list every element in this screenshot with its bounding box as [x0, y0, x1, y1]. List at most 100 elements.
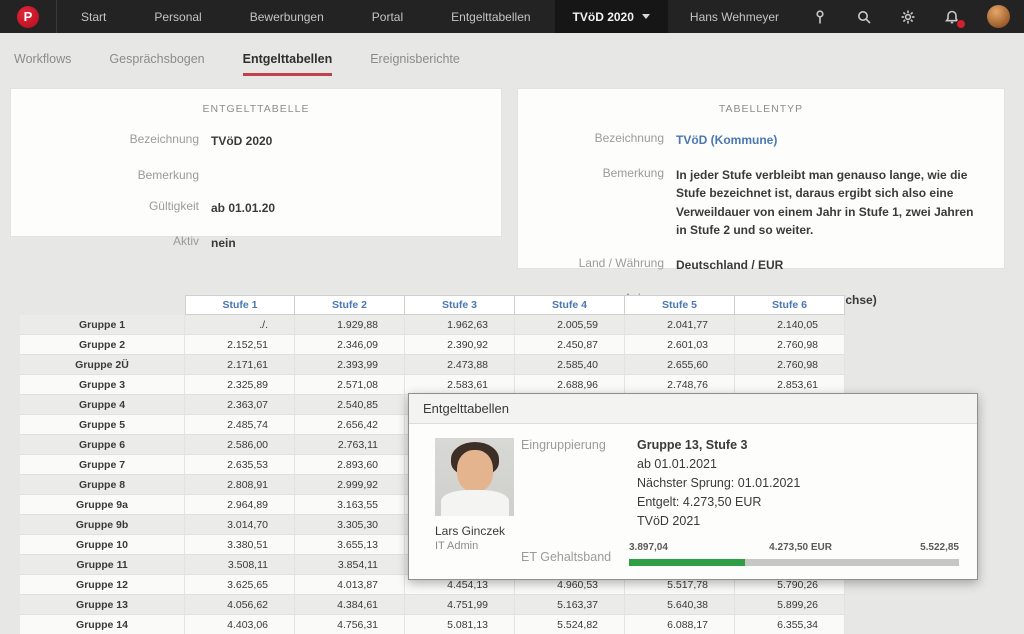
- table-cell[interactable]: 6.355,34: [735, 615, 845, 634]
- field-label-bezeichnung: Bezeichnung: [518, 131, 676, 150]
- nav-item-personal[interactable]: Personal: [130, 0, 225, 33]
- column-header-stufe-4[interactable]: Stufe 4: [515, 295, 625, 315]
- column-header-stufe-1[interactable]: Stufe 1: [185, 295, 295, 315]
- table-cell[interactable]: 2.635,53: [185, 455, 295, 475]
- table-row: Gruppe 2 2.152,51 2.346,09 2.390,92 2.45…: [20, 335, 845, 355]
- band-track: [629, 559, 959, 566]
- table-cell[interactable]: 2.152,51: [185, 335, 295, 355]
- nav-item-portal[interactable]: Portal: [348, 0, 427, 33]
- table-cell[interactable]: 2.473,88: [405, 355, 515, 375]
- context-dropdown[interactable]: TVöD 2020: [555, 0, 668, 33]
- nav-item-bewerbungen[interactable]: Bewerbungen: [226, 0, 348, 33]
- table-cell[interactable]: 2.390,92: [405, 335, 515, 355]
- table-cell[interactable]: 4.013,87: [295, 575, 405, 595]
- table-cell[interactable]: 3.854,11: [295, 555, 405, 575]
- table-cell[interactable]: 2.450,87: [515, 335, 625, 355]
- avatar[interactable]: [987, 5, 1010, 28]
- bell-icon[interactable]: [943, 8, 961, 26]
- table-cell[interactable]: 2.140,05: [735, 315, 845, 335]
- table-cell[interactable]: 5.899,26: [735, 595, 845, 615]
- table-cell[interactable]: 3.305,30: [295, 515, 405, 535]
- table-cell[interactable]: 3.655,13: [295, 535, 405, 555]
- notification-badge: [956, 19, 966, 29]
- nav-item-start[interactable]: Start: [57, 0, 130, 33]
- table-cell[interactable]: 4.384,61: [295, 595, 405, 615]
- table-cell[interactable]: 2.748,76: [625, 375, 735, 395]
- row-label: Gruppe 9b: [20, 515, 185, 535]
- table-cell[interactable]: 2.586,00: [185, 435, 295, 455]
- table-cell[interactable]: 5.524,82: [515, 615, 625, 634]
- table-cell[interactable]: 2.585,40: [515, 355, 625, 375]
- table-corner-cell: [20, 295, 185, 315]
- table-cell[interactable]: 2.964,89: [185, 495, 295, 515]
- table-cell[interactable]: 2.346,09: [295, 335, 405, 355]
- eingruppierung-since: ab 01.01.2021: [637, 455, 800, 474]
- tab-ereignisberichte[interactable]: Ereignisberichte: [370, 52, 460, 76]
- table-cell[interactable]: 5.640,38: [625, 595, 735, 615]
- table-cell[interactable]: 2.540,85: [295, 395, 405, 415]
- tab-workflows[interactable]: Workflows: [14, 52, 71, 76]
- table-cell[interactable]: 2.655,60: [625, 355, 735, 375]
- table-cell[interactable]: 3.380,51: [185, 535, 295, 555]
- field-label-gueltigkeit: Gültigkeit: [11, 199, 211, 218]
- column-header-stufe-2[interactable]: Stufe 2: [295, 295, 405, 315]
- column-header-stufe-5[interactable]: Stufe 5: [625, 295, 735, 315]
- table-cell[interactable]: 2.005,59: [515, 315, 625, 335]
- table-cell[interactable]: 2.601,03: [625, 335, 735, 355]
- table-cell[interactable]: 6.088,17: [625, 615, 735, 634]
- table-cell[interactable]: 2.999,92: [295, 475, 405, 495]
- employee-photo: [435, 438, 514, 516]
- brand-logo-icon: P: [17, 6, 39, 28]
- entgelttabelle-card: ENTGELTTABELLE Bezeichnung TVöD 2020 Bem…: [10, 88, 502, 237]
- search-icon[interactable]: [855, 8, 873, 26]
- table-cell[interactable]: 2.041,77: [625, 315, 735, 335]
- table-cell[interactable]: 2.325,89: [185, 375, 295, 395]
- table-cell[interactable]: 3.014,70: [185, 515, 295, 535]
- table-cell[interactable]: 2.583,61: [405, 375, 515, 395]
- table-cell[interactable]: 2.688,96: [515, 375, 625, 395]
- table-cell[interactable]: ./.: [185, 315, 295, 335]
- brand-logo[interactable]: P: [0, 0, 57, 33]
- table-cell[interactable]: 2.808,91: [185, 475, 295, 495]
- table-cell[interactable]: 5.163,37: [515, 595, 625, 615]
- field-value-bezeichnung: TVöD 2020: [211, 132, 296, 151]
- table-cell[interactable]: 2.571,08: [295, 375, 405, 395]
- table-cell[interactable]: 3.163,55: [295, 495, 405, 515]
- table-cell[interactable]: 4.056,62: [185, 595, 295, 615]
- popup-body: Lars Ginczek IT Admin Eingruppierung Gru…: [409, 424, 977, 580]
- table-cell[interactable]: 2.656,42: [295, 415, 405, 435]
- table-cell[interactable]: 2.853,61: [735, 375, 845, 395]
- table-cell[interactable]: 2.171,61: [185, 355, 295, 375]
- field-label-aktiv: Aktiv: [11, 234, 211, 253]
- table-cell[interactable]: 2.893,60: [295, 455, 405, 475]
- table-cell[interactable]: 4.751,99: [405, 595, 515, 615]
- table-cell[interactable]: 2.485,74: [185, 415, 295, 435]
- table-cell[interactable]: 3.625,65: [185, 575, 295, 595]
- table-cell[interactable]: 2.760,98: [735, 355, 845, 375]
- table-cell[interactable]: 2.393,99: [295, 355, 405, 375]
- tab-gespraechsbogen[interactable]: Gesprächsbogen: [109, 52, 204, 76]
- table-cell[interactable]: 5.081,13: [405, 615, 515, 634]
- salary-band: 3.897,04 4.273,50 EUR 5.522,85: [629, 542, 959, 566]
- table-cell[interactable]: 2.760,98: [735, 335, 845, 355]
- table-cell[interactable]: 1.962,63: [405, 315, 515, 335]
- column-header-stufe-3[interactable]: Stufe 3: [405, 295, 515, 315]
- table-cell[interactable]: 4.403,06: [185, 615, 295, 634]
- table-cell[interactable]: 4.756,31: [295, 615, 405, 634]
- popup-title: Entgelttabellen: [409, 394, 977, 424]
- chevron-down-icon: [642, 14, 650, 19]
- table-cell[interactable]: 1.929,88: [295, 315, 405, 335]
- gear-icon[interactable]: [899, 8, 917, 26]
- table-cell[interactable]: 2.763,11: [295, 435, 405, 455]
- table-cell[interactable]: 2.363,07: [185, 395, 295, 415]
- table-row: Gruppe 2Ü 2.171,61 2.393,99 2.473,88 2.5…: [20, 355, 845, 375]
- gehaltsband-label: ET Gehaltsband: [521, 550, 611, 564]
- tabellentyp-link[interactable]: TVöD (Kommune): [676, 131, 801, 150]
- user-menu[interactable]: Hans Wehmeyer: [668, 0, 801, 33]
- table-cell[interactable]: 3.508,11: [185, 555, 295, 575]
- field-value-gueltigkeit: ab 01.01.20: [211, 199, 299, 218]
- pin-icon[interactable]: [811, 8, 829, 26]
- tab-entgelttabellen[interactable]: Entgelttabellen: [243, 52, 333, 76]
- nav-item-entgelttabellen[interactable]: Entgelttabellen: [427, 0, 554, 33]
- column-header-stufe-6[interactable]: Stufe 6: [735, 295, 845, 315]
